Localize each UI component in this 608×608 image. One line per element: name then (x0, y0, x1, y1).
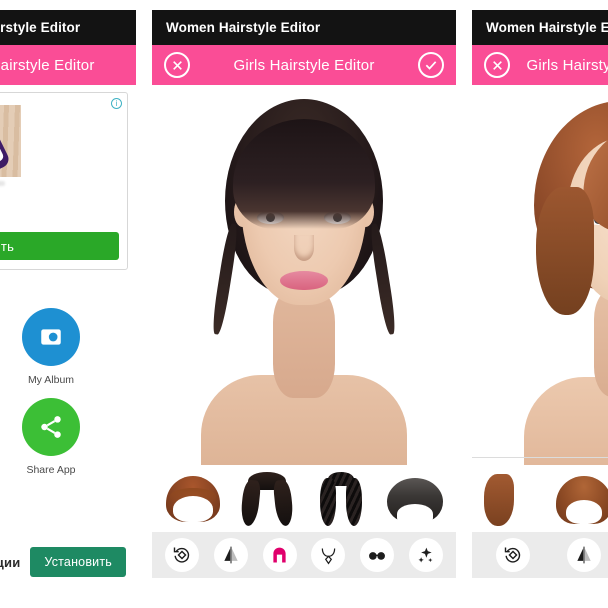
grid-label: Share App (26, 464, 76, 476)
close-circle-icon[interactable] (484, 52, 510, 78)
mid-status-bar: Women Hairstyle Editor (152, 10, 456, 45)
lips (280, 271, 328, 290)
ad-phone-mockup-image (0, 105, 21, 177)
hairstyle-thumbnail[interactable] (309, 470, 373, 530)
portrait-photo-auburn-hair (490, 91, 608, 465)
rotate-reset-icon[interactable] (496, 538, 531, 572)
sparkle-effects-icon[interactable] (408, 538, 443, 572)
home-icon-grid: Hairstyles My Album More Apps Share App (0, 300, 136, 500)
album-icon (22, 308, 80, 366)
wig-dark-straight-bangs (387, 478, 443, 524)
mid-action-bar: Girls Hairstyle Editor (152, 45, 456, 85)
promo-install-row: тиции Установить (0, 544, 136, 580)
panel-left-home-screen: Women Hairstyle Editor Girls Hairstyle E… (0, 0, 136, 608)
hairstyle-thumbnail-strip[interactable] (472, 465, 608, 532)
wig-dark-long-wavy (238, 472, 296, 527)
wig-black-long-curly (314, 472, 368, 526)
panel-mid-editor: Women Hairstyle Editor Girls Hairstyle E… (152, 0, 456, 608)
right-status-bar: Women Hairstyle Editor (472, 10, 608, 45)
ad-caption-blurred (0, 181, 5, 186)
flip-mirror-icon[interactable] (213, 538, 248, 572)
ad-install-button[interactable]: Установить (0, 232, 119, 260)
screenshot-stage: Women Hairstyle Editor Girls Hairstyle E… (0, 0, 608, 608)
wig-auburn-bob-bangs (166, 476, 220, 522)
flip-mirror-icon[interactable] (566, 538, 601, 572)
left-app-title: Women Hairstyle Editor (0, 20, 81, 35)
editor-toolbar (472, 532, 608, 578)
hairstyle-thumbnail-strip[interactable] (152, 465, 456, 532)
shoulders (524, 377, 608, 465)
panel-right-editor: Women Hairstyle Editor Girls Hairstyle E… (472, 0, 608, 608)
close-circle-icon[interactable] (164, 52, 190, 78)
grid-item-my-album[interactable]: My Album (12, 308, 90, 386)
right-action-title: Girls Hairstyle Editor (526, 56, 608, 74)
grid-label: My Album (27, 374, 75, 386)
hairstyle-icon[interactable] (262, 538, 297, 572)
right-action-bar: Girls Hairstyle Editor (472, 45, 608, 85)
hair-strand-right (368, 222, 398, 336)
necklace-icon[interactable] (311, 538, 346, 572)
hair-side-layer (536, 187, 594, 315)
promo-install-button[interactable]: Установить (30, 547, 126, 577)
hairstyle-thumbnail[interactable] (235, 470, 299, 530)
wig-auburn-side-strand (484, 474, 515, 526)
nose (294, 235, 314, 261)
portrait-photo-dark-hair (179, 93, 429, 465)
left-status-bar: Women Hairstyle Editor (0, 10, 136, 45)
wig-auburn-bob-bangs (556, 476, 608, 524)
hairstyle-thumbnail[interactable] (552, 470, 608, 530)
left-action-bar: Girls Hairstyle Editor (0, 45, 136, 85)
ad-info-icon[interactable]: i (111, 98, 122, 109)
neck (594, 289, 608, 397)
check-circle-icon[interactable] (418, 52, 444, 78)
hairstyle-thumbnail[interactable] (383, 470, 447, 530)
right-app-title: Women Hairstyle Editor (486, 20, 608, 35)
mid-action-title: Girls Hairstyle Editor (233, 56, 375, 74)
grid-item-share-app[interactable]: Share App (12, 398, 90, 476)
mid-app-title: Women Hairstyle Editor (166, 20, 321, 35)
hairstyle-thumbnail[interactable] (161, 470, 225, 530)
promo-text: тиции (0, 554, 21, 570)
share-icon (22, 398, 80, 456)
hairstyle-thumbnail[interactable] (480, 470, 544, 530)
divider-line (472, 457, 608, 458)
hair-strand-left (210, 222, 240, 336)
editor-toolbar (152, 532, 456, 578)
mid-photo-canvas[interactable] (152, 85, 456, 465)
right-photo-canvas[interactable] (472, 85, 608, 465)
sunglasses-icon[interactable] (359, 538, 394, 572)
rotate-reset-icon[interactable] (165, 538, 200, 572)
left-action-title: Girls Hairstyle Editor (0, 56, 95, 74)
ad-card[interactable]: i Установить (0, 92, 128, 270)
